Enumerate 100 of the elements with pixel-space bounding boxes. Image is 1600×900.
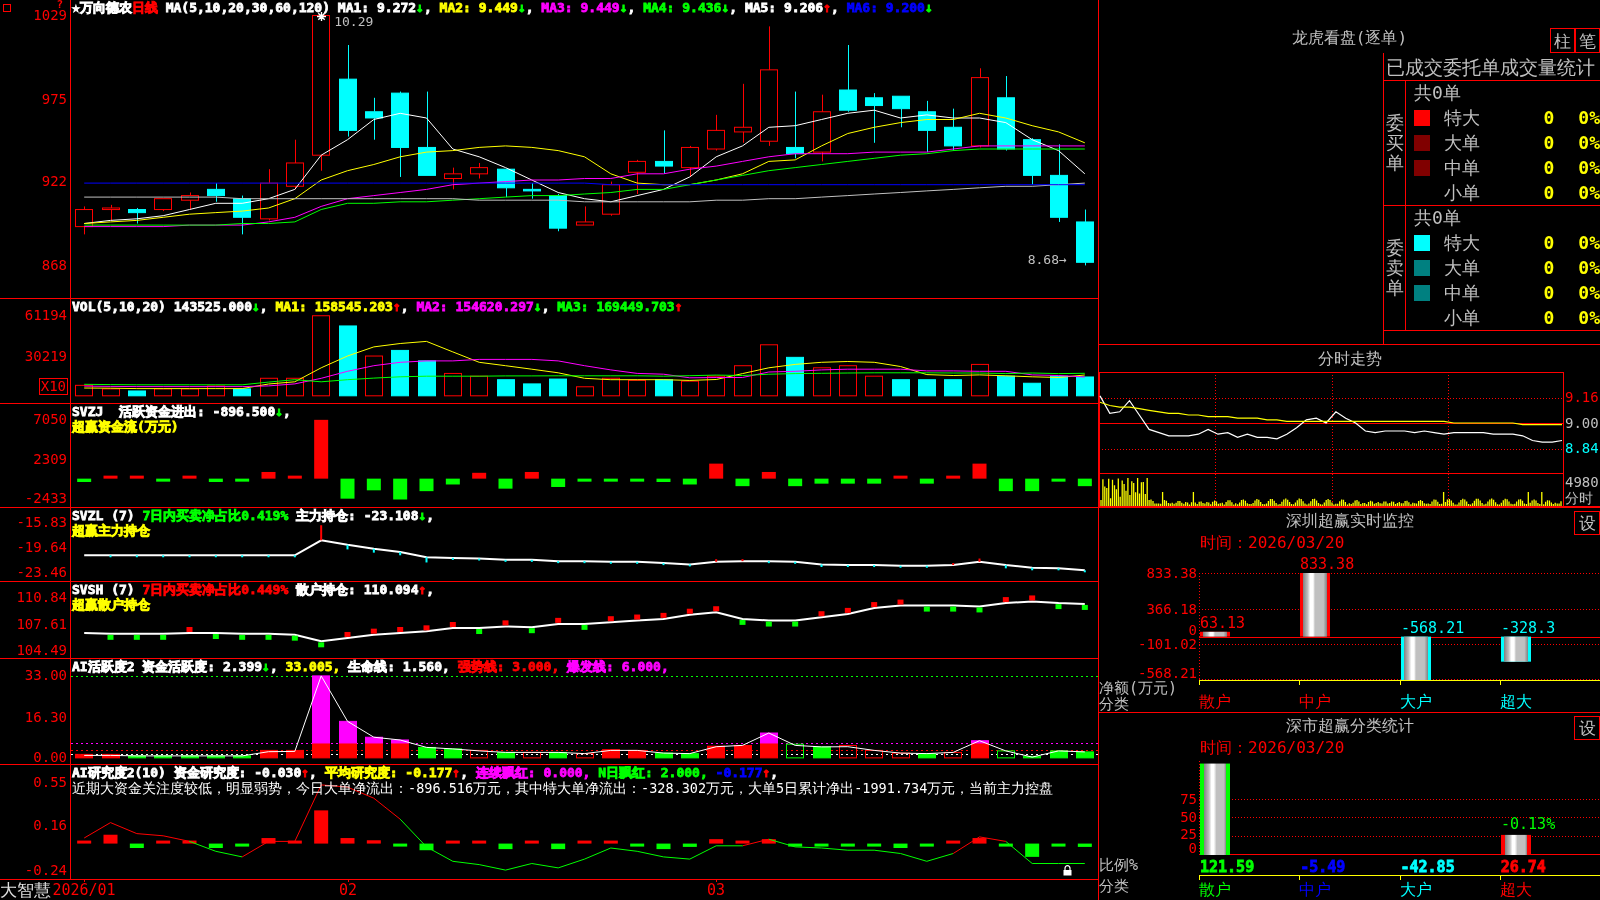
legend-text: MA3: 169449.703: [557, 299, 675, 314]
research-bar: [972, 838, 987, 844]
change-marker: [370, 628, 377, 634]
activity-bar: [523, 751, 541, 759]
legend-text: ↑: [418, 582, 427, 597]
legend-text: 平均研究度: -0.177: [324, 765, 453, 780]
legend-text: 超赢资金流(万元): [72, 419, 179, 434]
research-bar: [366, 840, 381, 844]
fund-flow-bar: [261, 471, 276, 479]
axis-title: 比例%: [1099, 857, 1139, 873]
activity-bar: [602, 749, 620, 759]
change-tick: [899, 564, 902, 569]
axis-title: 净额(万元): [1099, 680, 1178, 696]
settings-button[interactable]: 设: [1574, 716, 1600, 740]
legend-text: ↓: [418, 508, 427, 523]
change-marker: [976, 607, 983, 613]
panel-title: 分时走势: [1317, 348, 1382, 369]
legend-text: MA6: 9.200: [846, 0, 925, 15]
change-marker: [476, 629, 483, 634]
research-bar: [208, 843, 223, 848]
volume-bar: [102, 388, 120, 397]
order-share: 0%: [1578, 231, 1600, 254]
lock-icon[interactable]: [1063, 865, 1072, 876]
order-size-label: 小单: [1444, 306, 1480, 329]
order-size-label: 中单: [1444, 281, 1480, 304]
research-bar: [1077, 843, 1092, 847]
research-bar: [867, 843, 882, 847]
order-share: 0%: [1578, 281, 1600, 304]
research-bar: [182, 840, 197, 844]
fund-flow-bar: [77, 478, 92, 482]
fund-flow-bar: [340, 478, 355, 499]
change-marker: [265, 634, 272, 640]
change-tick: [925, 564, 928, 569]
axis-label: 868: [41, 258, 67, 272]
legend-text: MA1: 158545.203: [275, 299, 393, 314]
axis-label: -23.46: [16, 566, 67, 580]
activity-bar: [260, 749, 278, 759]
fund-flow-bar: [603, 478, 618, 482]
fund-flow-bar: [1051, 478, 1066, 482]
change-marker: [318, 642, 325, 648]
legend-text: ↑: [392, 299, 401, 314]
change-tick: [293, 554, 296, 559]
axis-label: 9.16: [1565, 390, 1599, 405]
legend-text: 生命线: 1.560,: [347, 659, 450, 674]
order-share: 0%: [1578, 181, 1600, 204]
activity-bar: [102, 753, 120, 759]
fund-flow-bar: [366, 478, 381, 491]
legend-text: ,: [541, 299, 551, 314]
axis-label: 366.18: [1146, 601, 1197, 616]
square-icon[interactable]: [3, 4, 11, 12]
activity-bar: [681, 753, 699, 759]
activity-bar: [576, 753, 594, 759]
candle: [865, 92, 883, 144]
volume-bar: [760, 344, 778, 397]
category-label: 超大: [1499, 692, 1532, 711]
volume-bar: [734, 365, 752, 397]
legend-text: 超赢散户持仓: [72, 597, 150, 612]
change-marker: [1002, 597, 1009, 603]
order-total: 共0单: [1414, 207, 1461, 229]
axis-label: 8.84: [1565, 441, 1599, 456]
fund-flow-bar: [445, 478, 460, 485]
order-size-label: 小单: [1444, 181, 1480, 204]
volume-bar: [181, 388, 199, 397]
order-count: 0: [1543, 231, 1555, 254]
volume-bar: [628, 379, 646, 397]
axis-label: 104.49: [16, 644, 67, 657]
view-mode-button[interactable]: 笔: [1575, 28, 1600, 53]
fund-flow-bar: [998, 478, 1013, 492]
legend-text: ↑: [762, 765, 771, 780]
candle: [181, 191, 199, 211]
candle: [839, 44, 857, 113]
legend-text: ,: [729, 0, 739, 15]
order-share: 0%: [1578, 131, 1600, 154]
legend-text: SVZL (7): [72, 508, 136, 523]
volume-bar: [470, 375, 488, 397]
legend-text: ↑: [301, 765, 310, 780]
fund-flow-bar: [788, 478, 803, 487]
change-marker: [792, 621, 799, 627]
settings-button[interactable]: 设: [1574, 511, 1600, 535]
fund-flow-bar: [498, 478, 513, 489]
group-label: 委卖单: [1385, 238, 1404, 298]
axis-label: 61194: [24, 309, 67, 323]
candle: [286, 139, 304, 190]
candle: [1076, 209, 1094, 266]
activity-bar: [154, 755, 172, 759]
value-label: -328.3: [1501, 619, 1556, 636]
view-mode-button[interactable]: 柱: [1550, 28, 1575, 53]
order-count: 0: [1543, 281, 1555, 304]
volume-bar: [576, 386, 594, 397]
change-tick: [1057, 567, 1060, 572]
research-bar: [788, 843, 803, 847]
axis-label: 25: [1180, 827, 1197, 841]
change-marker: [344, 632, 351, 637]
activity-bar: [470, 749, 488, 759]
candle: [128, 207, 146, 224]
activity-bar: [707, 745, 725, 759]
legend-text: ,: [259, 299, 269, 314]
legend-text: MA3: 9.449: [541, 0, 620, 15]
help-mark[interactable]: ?: [56, 0, 63, 9]
change-marker: [186, 627, 193, 632]
